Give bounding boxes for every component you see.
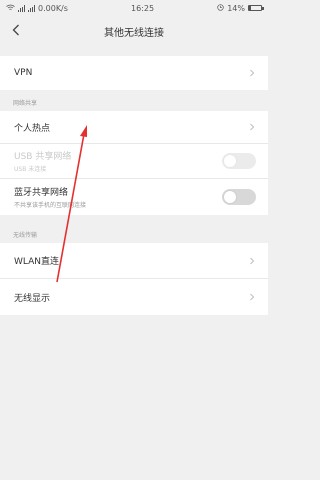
toggle-knob (223, 154, 237, 168)
net-speed: 0.00K/s (38, 3, 68, 13)
status-right: 14% (217, 3, 264, 13)
chevron-right-icon (250, 69, 255, 77)
header: 其他无线连接 (0, 16, 268, 46)
signal-icon (18, 4, 25, 12)
chevron-right-icon (250, 293, 255, 301)
wireless-group: WLAN直连 无线显示 (0, 243, 268, 315)
status-time: 16:25 (131, 3, 155, 13)
vpn-group: VPN (0, 56, 268, 90)
bluetooth-tether-toggle[interactable] (222, 189, 256, 205)
battery-icon (247, 5, 264, 11)
wireless-display-label: 无线显示 (14, 293, 51, 304)
tethering-group: 个人热点 USB 共享网络 USB 未连接 蓝牙共享网络 不共享该手机的互联网连… (0, 111, 268, 215)
wireless-display-row[interactable]: 无线显示 (0, 279, 268, 315)
page-title: 其他无线连接 (104, 27, 164, 39)
hotspot-label: 个人热点 (14, 123, 51, 134)
vpn-row[interactable]: VPN (0, 56, 268, 90)
signal-icon-2 (28, 4, 35, 12)
wifi-icon (6, 4, 15, 13)
chevron-left-icon (12, 24, 19, 36)
hotspot-row[interactable]: 个人热点 (0, 111, 268, 144)
usb-tether-row: USB 共享网络 USB 未连接 (0, 144, 268, 179)
section-label-wireless: 无线传输 (13, 232, 38, 239)
status-bar: 0.00K/s 16:25 14% (0, 0, 268, 16)
battery-text: 14% (227, 3, 245, 13)
vpn-label: VPN (14, 68, 33, 78)
status-left: 0.00K/s (6, 4, 68, 13)
toggle-knob (223, 190, 237, 204)
usb-tether-toggle (222, 153, 256, 169)
chevron-right-icon (250, 257, 255, 264)
section-label-tethering: 网络共享 (13, 100, 38, 107)
usb-tether-text: USB 共享网络 USB 未连接 (14, 149, 71, 173)
back-button[interactable] (8, 22, 24, 38)
bluetooth-tether-sub: 不共享该手机的互联网连接 (14, 202, 87, 209)
alarm-icon (217, 3, 224, 13)
bluetooth-tether-label: 蓝牙共享网络 (14, 188, 69, 198)
wlan-direct-row[interactable]: WLAN直连 (0, 243, 268, 279)
usb-tether-sub: USB 未连接 (14, 166, 47, 173)
bluetooth-tether-text: 蓝牙共享网络 不共享该手机的互联网连接 (14, 185, 86, 209)
wlan-direct-label: WLAN直连 (14, 257, 60, 267)
bluetooth-tether-row[interactable]: 蓝牙共享网络 不共享该手机的互联网连接 (0, 179, 268, 215)
usb-tether-label: USB 共享网络 (14, 152, 72, 162)
chevron-right-icon (250, 123, 255, 131)
